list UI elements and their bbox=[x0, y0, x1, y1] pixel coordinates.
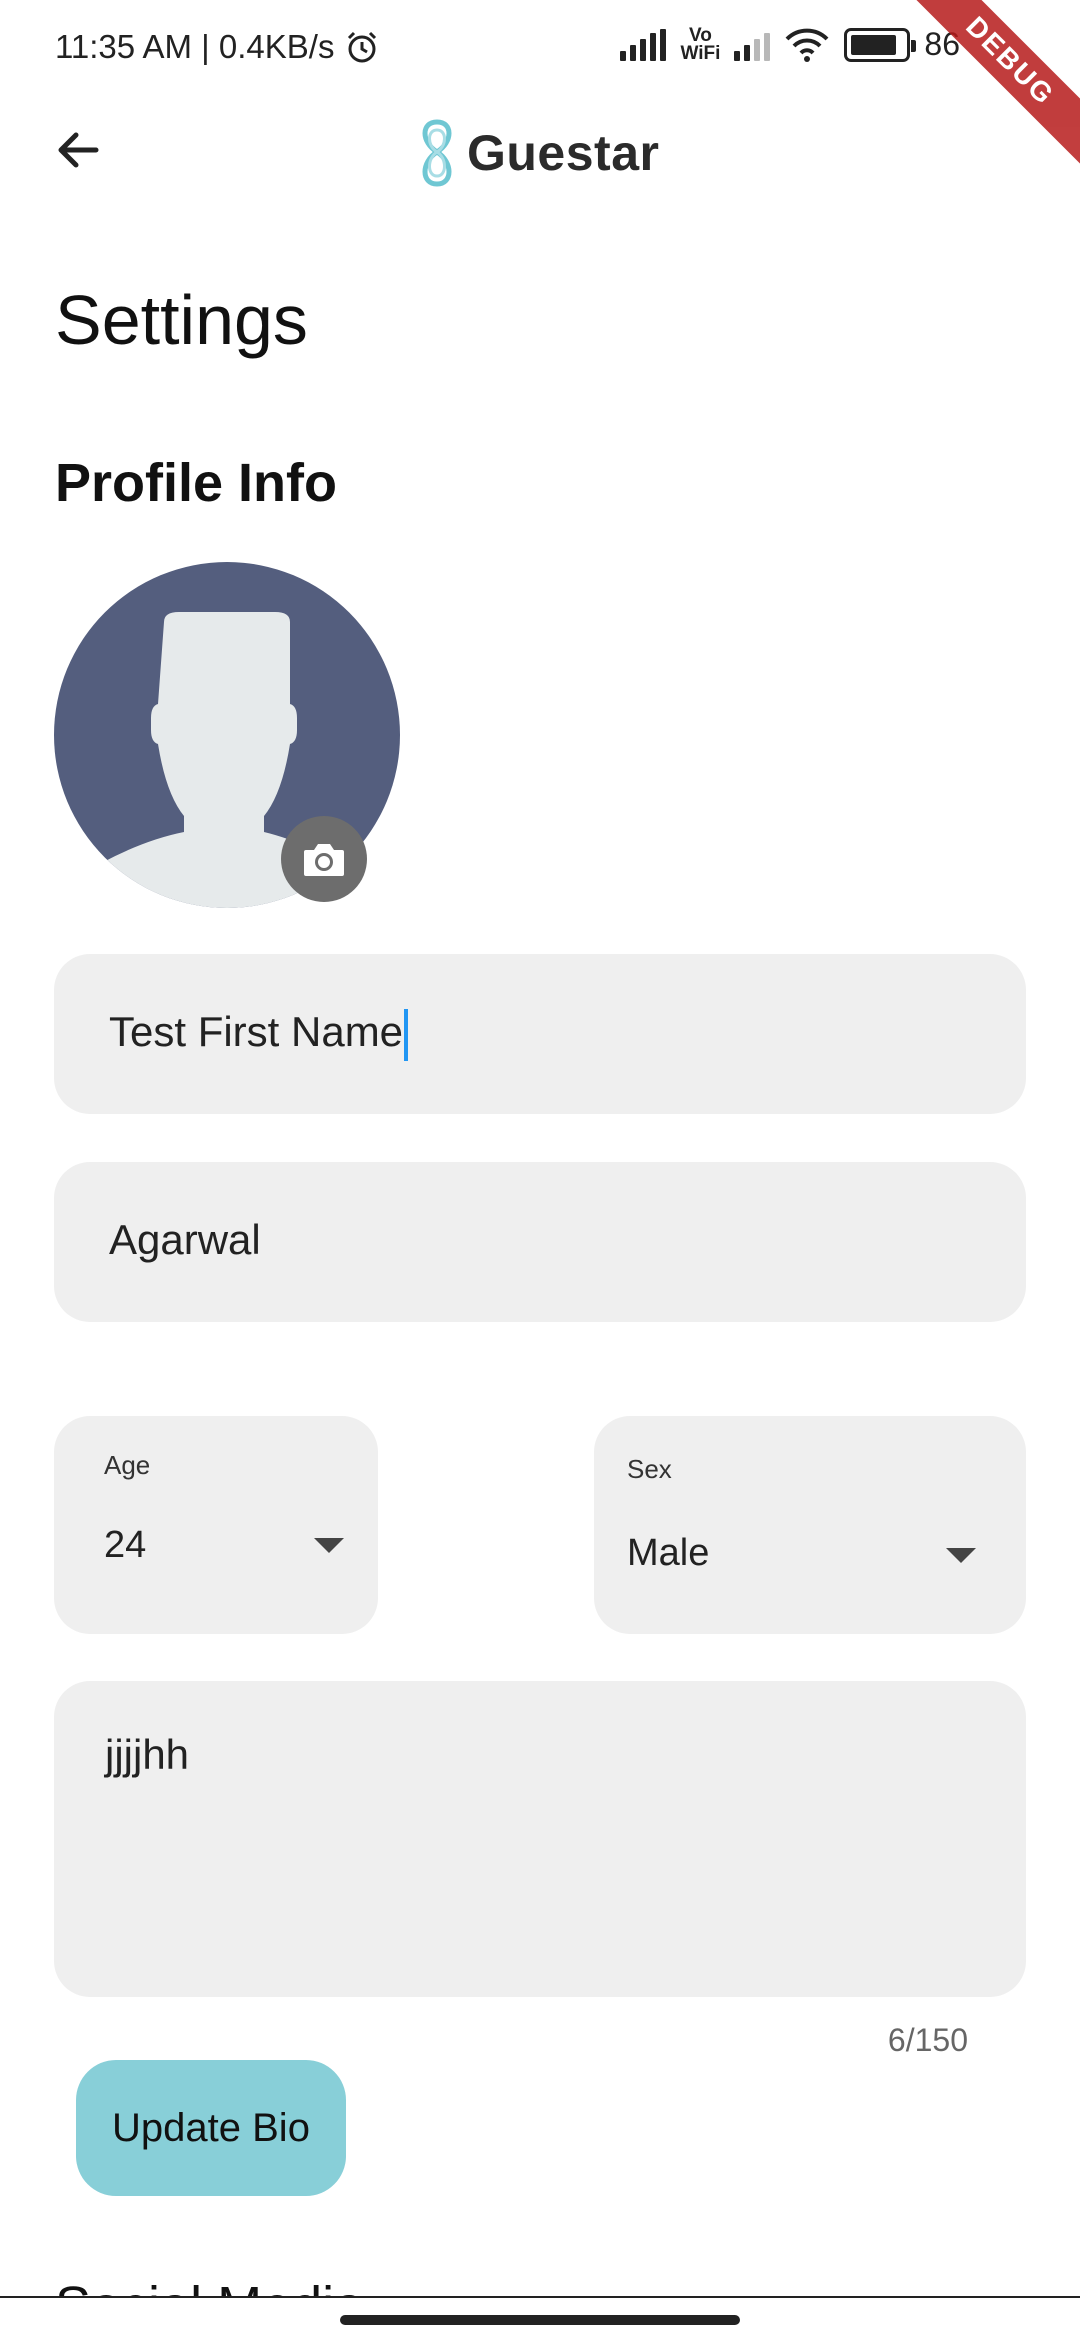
age-label: Age bbox=[104, 1450, 151, 1480]
bio-value: jjjjhh bbox=[105, 1731, 190, 1778]
arrow-left-icon bbox=[58, 132, 99, 168]
guestar-logo-icon bbox=[422, 119, 452, 187]
section-title-profile-info: Profile Info bbox=[55, 453, 337, 513]
sex-label: Sex bbox=[627, 1454, 672, 1484]
status-time-text: 11:35 AM | 0.4KB/s bbox=[55, 28, 335, 65]
brand-name: Guestar bbox=[467, 125, 660, 181]
sex-value: Male bbox=[627, 1532, 710, 1574]
alarm-icon bbox=[348, 31, 377, 63]
status-icons: Vo WiFi 86 bbox=[620, 26, 960, 63]
change-photo-button[interactable] bbox=[281, 816, 367, 902]
text-cursor bbox=[404, 1008, 409, 1061]
page-title: Settings bbox=[55, 281, 308, 359]
first-name-field[interactable]: Test First Name bbox=[54, 954, 1026, 1114]
update-bio-button[interactable]: Update Bio bbox=[76, 2060, 346, 2196]
section-title-social-media: Social Media bbox=[55, 2266, 364, 2296]
battery-fill bbox=[851, 34, 897, 55]
home-indicator[interactable] bbox=[340, 2315, 740, 2325]
cell-signal-2-icon bbox=[734, 29, 771, 61]
last-name-field[interactable]: Agarwal bbox=[54, 1162, 1026, 1322]
battery-icon bbox=[844, 27, 917, 62]
camera-icon bbox=[304, 844, 344, 876]
first-name-value: Test First Name bbox=[109, 1008, 409, 1061]
brand-logo: Guestar bbox=[415, 118, 659, 188]
divider bbox=[0, 2296, 1080, 2298]
chevron-down-icon bbox=[946, 1548, 976, 1563]
back-button[interactable] bbox=[50, 122, 106, 178]
last-name-value: Agarwal bbox=[109, 1216, 261, 1263]
sex-dropdown[interactable]: Sex Male bbox=[594, 1416, 1026, 1634]
wifi-icon bbox=[785, 28, 829, 62]
bio-character-counter: 6/150 bbox=[887, 2022, 968, 2058]
status-time: 11:35 AM | 0.4KB/s bbox=[55, 28, 380, 66]
age-value: 24 bbox=[104, 1524, 147, 1566]
chevron-down-icon bbox=[314, 1538, 344, 1553]
age-dropdown[interactable]: Age 24 bbox=[54, 1416, 378, 1634]
cell-signal-icon bbox=[620, 28, 667, 61]
bio-textarea[interactable]: jjjjhh bbox=[54, 1681, 1026, 1997]
vowifi-icon: Vo WiFi bbox=[680, 24, 721, 64]
status-bar: 11:35 AM | 0.4KB/s Vo WiFi 86 DEBUG bbox=[0, 0, 1080, 177]
